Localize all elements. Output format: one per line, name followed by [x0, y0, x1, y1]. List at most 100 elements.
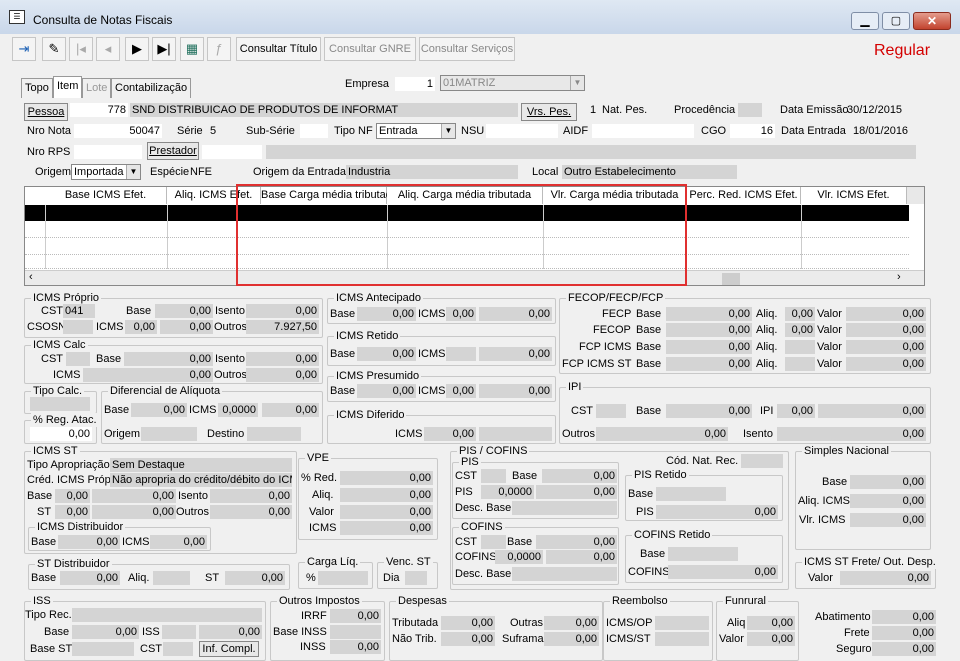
cofins-value: 0,00 [546, 550, 617, 564]
scroll-left-icon[interactable]: ‹ [29, 271, 33, 283]
icms-label: ICMS [418, 385, 446, 397]
tipo-nf: Entrada [379, 125, 418, 137]
origem-select[interactable]: Importada ▼ [71, 164, 141, 180]
col-header-perc-red[interactable]: Perc. Red. ICMS Efet. [687, 187, 801, 204]
inf-compl-button[interactable]: Inf. Compl. [199, 641, 259, 657]
nro-nota: 50047 [74, 124, 162, 138]
tipo-apropriacao-value: Sem Destaque [110, 458, 292, 472]
nat-pes-value: 1 [590, 104, 597, 116]
tipo-calc-field [30, 397, 90, 411]
scroll-thumb[interactable] [722, 273, 740, 285]
consultar-gnre-button: Consultar GNRE [324, 37, 416, 61]
tab-topo[interactable]: Topo [21, 78, 53, 98]
cst-label: CST [455, 470, 477, 482]
despesas-tributada: 0,00 [441, 616, 495, 630]
empresa-select[interactable]: 01MATRIZ ▼ [440, 75, 585, 91]
data-entrada-label: Data Entrada [781, 125, 846, 137]
st-distribuidor-aliq [153, 571, 190, 585]
icms-st-label: ICMS/ST [606, 633, 651, 645]
icms-proprio-isento: 0,00 [246, 304, 319, 318]
subserie-label: Sub-Série [246, 125, 295, 137]
outras-label: Outras [510, 617, 544, 629]
iss-value: 0,00 [199, 625, 262, 639]
icms-diferido-icms: 0,00 [424, 427, 476, 441]
icms-proprio-cst: 041 [63, 304, 95, 318]
scroll-right-icon[interactable]: › [897, 271, 901, 283]
valor-label: Valor [309, 506, 334, 518]
close-button[interactable]: ✕ [913, 12, 951, 30]
origem-entrada-label: Origem da Entrada [253, 166, 346, 178]
vlr-icms-label: Vlr. ICMS [799, 514, 846, 526]
prestador-button[interactable]: Prestador [147, 142, 199, 160]
isento-label: Isento [178, 490, 208, 502]
isento-label: Isento [743, 428, 773, 440]
irrf-label: IRRF [301, 610, 327, 622]
fecp-base: 0,00 [666, 307, 752, 321]
icms-op-label: ICMS/OP [606, 617, 653, 629]
base-label: Base [330, 348, 356, 360]
calculator-icon[interactable]: ▦ [180, 37, 204, 61]
pessoa-button[interactable]: Pessoa [24, 103, 68, 121]
ipi-cst [596, 404, 626, 418]
valor-label: Valor [808, 572, 833, 584]
inss-value: 0,00 [330, 640, 381, 654]
search-detail-icon: ƒ [207, 37, 231, 61]
col-header-vlr-icms[interactable]: Vlr. ICMS Efet. [801, 187, 907, 204]
base-st-label: Base ST [30, 643, 73, 655]
tipo-nf-select[interactable]: Entrada ▼ [376, 123, 456, 139]
st-label: ST [37, 506, 52, 518]
st-distribuidor-base: 0,00 [60, 571, 120, 585]
last-record-icon[interactable]: ▶| [152, 37, 176, 61]
next-icon[interactable]: ▶ [125, 37, 149, 61]
tipo-nf-label: Tipo NF [334, 125, 373, 137]
reg-atac-value: 0,00 [30, 427, 92, 441]
base-label: Base [96, 353, 122, 365]
dif-aliquota-origem [141, 427, 197, 441]
col-header-base-icms[interactable]: Base ICMS Efet. [45, 187, 167, 204]
maximize-button[interactable]: ▢ [882, 12, 910, 30]
local: Outro Estabelecimento [562, 165, 737, 179]
desc-base-label: Desc. Base [455, 502, 512, 514]
reembolso-icms-op [655, 616, 709, 630]
icms-presumido-value: 0,00 [479, 384, 552, 398]
consultar-servicos-button: Consultar Serviços [419, 37, 515, 61]
ipi-label: IPI [760, 405, 774, 417]
group-title: PIS [459, 455, 481, 469]
vpe-icms: 0,00 [340, 521, 433, 535]
chevron-down-icon: ▼ [126, 165, 140, 179]
icms-st-st: 0,00 [55, 505, 90, 519]
title-bar: ☰ Consulta de Notas Fiscais ▁ ▢ ✕ [0, 0, 960, 34]
aidf-field [592, 124, 694, 138]
ipi-isento: 0,00 [777, 427, 926, 441]
group-title: Outros Impostos [277, 594, 362, 608]
base-label: Base [330, 385, 356, 397]
vrs-pes-button[interactable]: Vrs. Pes. [521, 103, 577, 121]
empresa-label: Empresa [345, 78, 390, 90]
edit-icon[interactable]: ✎ [42, 37, 66, 61]
pis-label: PIS [455, 486, 473, 498]
base-label: Base [44, 626, 70, 638]
icms-retido-base: 0,00 [357, 347, 416, 361]
icms-retido-value: 0,00 [479, 347, 552, 361]
cred-icms-value: Não apropria do crédito/débito do ICMS [110, 473, 292, 487]
consultar-titulo-button[interactable]: Consultar Título [236, 37, 321, 61]
minimize-button[interactable]: ▁ [851, 12, 879, 30]
pis-aliq: 0,0000 [481, 485, 534, 499]
outros-label: Outros [176, 506, 210, 518]
aidf-label: AIDF [563, 125, 589, 137]
tab-contabilizacao[interactable]: Contabilização [111, 78, 192, 98]
tab-item[interactable]: Item [53, 76, 83, 98]
base-label: Base [126, 305, 152, 317]
simples-aliq: 0,00 [850, 494, 926, 508]
group-title: ISS [31, 594, 53, 608]
nro-nota-label: Nro Nota [27, 125, 72, 137]
simples-base: 0,00 [850, 475, 926, 489]
grid-col-lines [801, 205, 802, 269]
group-title: FECOP/FECP/FCP [566, 291, 666, 305]
pis-retido-pis: 0,00 [656, 505, 778, 519]
outros-label: Outros [214, 321, 248, 333]
especie: NFE [190, 166, 212, 178]
outros-label: Outros [562, 428, 596, 440]
cst-label: CST [41, 305, 63, 317]
exit-icon[interactable]: ⇥ [12, 37, 36, 61]
